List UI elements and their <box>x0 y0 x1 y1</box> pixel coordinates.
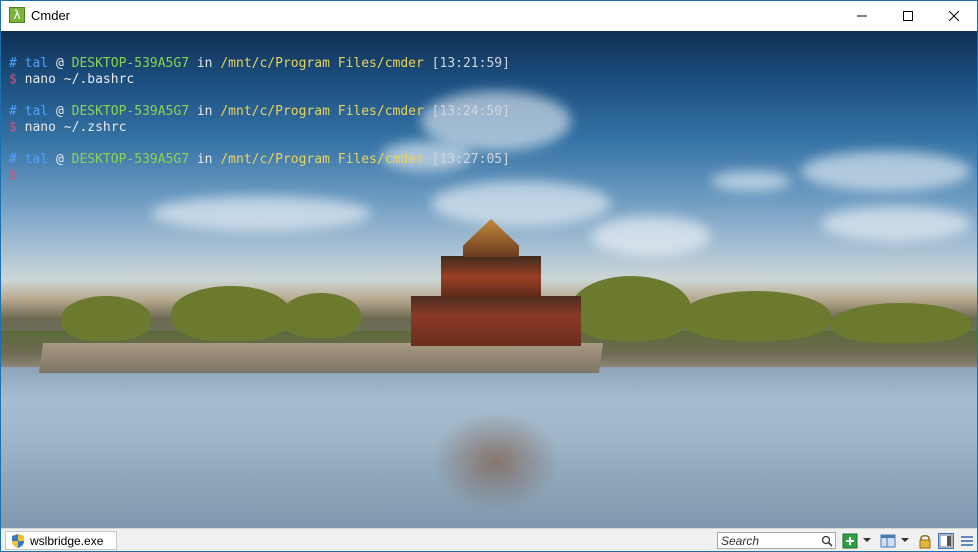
console-tab[interactable]: wslbridge.exe <box>5 531 117 550</box>
maximize-button[interactable] <box>885 1 931 31</box>
lambda-icon[interactable]: λ <box>9 7 25 23</box>
prompt-line: # tal @ DESKTOP-539A5G7 in /mnt/c/Progra… <box>9 56 510 72</box>
cmder-window: λ Cmder # tal @ DESKTOP-539A5G7 in /mnt/… <box>0 0 978 552</box>
background-cloud <box>711 171 791 191</box>
prompt-dollar: $ <box>9 120 17 135</box>
prompt-at: @ <box>55 56 64 71</box>
prompt-in: in <box>196 56 213 71</box>
status-bar: wslbridge.exe Search <box>1 528 977 551</box>
close-button[interactable] <box>931 1 977 31</box>
panel-icon[interactable] <box>938 533 954 549</box>
background-tree <box>571 276 691 341</box>
prompt-dollar: $ <box>9 168 17 183</box>
prompt-host: DESKTOP-539A5G7 <box>71 56 190 71</box>
prompt-dollar: $ <box>9 72 17 87</box>
lock-icon[interactable] <box>917 533 933 549</box>
background-cloud <box>801 151 971 191</box>
chevron-down-icon[interactable] <box>862 535 878 551</box>
background-wall <box>38 343 604 373</box>
search-input[interactable]: Search <box>717 532 836 549</box>
prompt-at: @ <box>55 104 64 119</box>
hamburger-icon[interactable] <box>959 533 975 549</box>
window-icon[interactable] <box>880 533 896 549</box>
background-tree <box>171 286 291 341</box>
background-tree <box>61 296 151 341</box>
background-tower <box>441 256 541 298</box>
prompt-path: /mnt/c/Program Files/cmder <box>220 56 424 71</box>
prompt-time: [13:24:50] <box>431 104 510 119</box>
close-icon <box>949 11 959 21</box>
prompt-user: tal <box>24 56 49 71</box>
terminal-area[interactable]: # tal @ DESKTOP-539A5G7 in /mnt/c/Progra… <box>1 31 977 528</box>
command-line: $ nano ~/.zshrc <box>9 120 126 136</box>
background-cloud <box>151 196 371 231</box>
maximize-icon <box>903 11 913 21</box>
prompt-line: # tal @ DESKTOP-539A5G7 in /mnt/c/Progra… <box>9 152 510 168</box>
background-reflection <box>431 411 561 511</box>
background-cloud <box>431 181 611 226</box>
background-tree <box>681 291 831 341</box>
prompt-user: tal <box>24 104 49 119</box>
background-tree <box>281 293 361 338</box>
minimize-icon <box>857 15 867 17</box>
shield-icon <box>12 533 24 548</box>
background-cloud <box>591 216 711 256</box>
prompt-at: @ <box>55 152 64 167</box>
prompt-in: in <box>196 152 213 167</box>
console-tab-label: wslbridge.exe <box>30 533 104 548</box>
window-title: Cmder <box>31 8 71 23</box>
terminal-output: # tal @ DESKTOP-539A5G7 in /mnt/c/Progra… <box>9 31 510 239</box>
command-line: $ nano ~/.bashrc <box>9 72 134 88</box>
prompt-user: tal <box>24 152 49 167</box>
chevron-down-icon[interactable] <box>900 535 916 551</box>
command-text: nano ~/.bashrc <box>24 72 135 87</box>
search-placeholder: Search <box>721 534 760 548</box>
background-tower <box>411 296 581 346</box>
prompt-path: /mnt/c/Program Files/cmder <box>220 152 424 167</box>
prompt-hash: # <box>9 56 17 71</box>
prompt-host: DESKTOP-539A5G7 <box>71 104 190 119</box>
prompt-line: # tal @ DESKTOP-539A5G7 in /mnt/c/Progra… <box>9 104 510 120</box>
prompt-hash: # <box>9 104 17 119</box>
background-cloud <box>821 206 971 241</box>
command-line[interactable]: $ <box>9 168 25 184</box>
prompt-in: in <box>196 104 213 119</box>
plus-icon[interactable] <box>842 533 858 549</box>
command-text: nano ~/.zshrc <box>24 120 127 135</box>
search-icon[interactable] <box>821 535 833 547</box>
prompt-path: /mnt/c/Program Files/cmder <box>220 104 424 119</box>
prompt-hash: # <box>9 152 17 167</box>
title-bar[interactable]: λ Cmder <box>1 1 977 31</box>
prompt-time: [13:27:05] <box>431 152 510 167</box>
prompt-host: DESKTOP-539A5G7 <box>71 152 190 167</box>
prompt-time: [13:21:59] <box>431 56 510 71</box>
background-tree <box>831 303 971 343</box>
minimize-button[interactable] <box>839 1 885 31</box>
